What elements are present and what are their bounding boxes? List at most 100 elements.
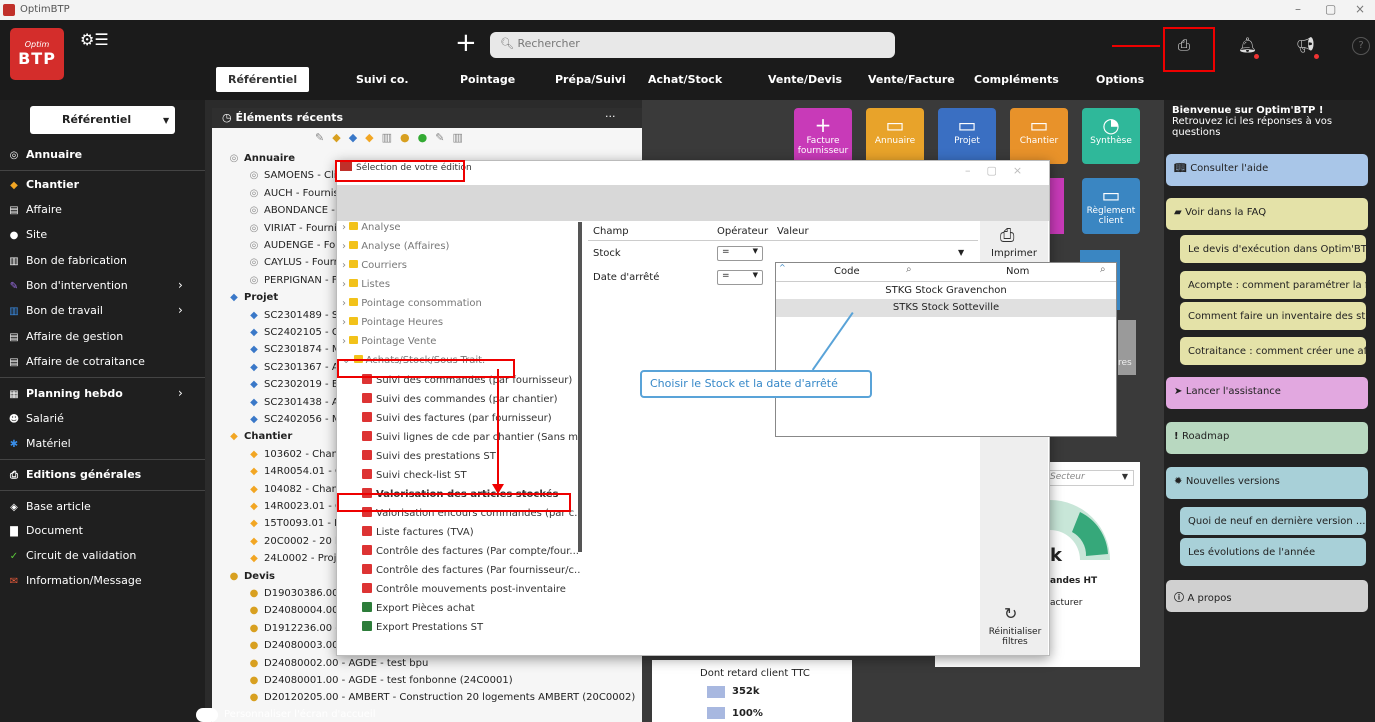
tile-projet[interactable]: ▭ Projet	[938, 108, 996, 164]
edition-item[interactable]: Suivi check-list ST	[340, 469, 580, 488]
tree-item[interactable]: ● D24080004.00	[248, 605, 339, 616]
sidebar-item-information-message[interactable]: ✉ Information/Message	[8, 574, 142, 587]
close-button[interactable]: ×	[1355, 2, 1365, 16]
help-card[interactable]: Quoi de neuf en dernière version ...	[1180, 507, 1366, 535]
tree-item[interactable]: ◎ VIRIAT - Fournis	[248, 223, 342, 234]
chevron-right-icon[interactable]: ›	[342, 260, 349, 271]
help-card[interactable]: Acompte : comment paramétrer la f...	[1180, 271, 1366, 299]
print-button[interactable]: Imprimer	[991, 248, 1037, 259]
recent-filter-icons[interactable]: ✎◆◆◆▥●●✎▥	[315, 131, 471, 144]
sort-up-icon[interactable]: ^	[779, 263, 786, 272]
stock-row-selected[interactable]: STKS Stock Sotteville	[776, 299, 1116, 317]
edition-category[interactable]: › Pointage Vente	[340, 336, 580, 355]
tree-item[interactable]: ◆ SC2301489 - SA	[248, 310, 345, 321]
filter-icon[interactable]: ⌕	[906, 264, 912, 275]
sidebar-item-affaire[interactable]: ▤ Affaire	[8, 203, 62, 216]
help-card[interactable]: Les évolutions de l'année	[1180, 538, 1366, 566]
chevron-right-icon[interactable]: ›	[342, 222, 349, 233]
tile-synthese[interactable]: ◔ Synthèse	[1082, 108, 1140, 164]
tile-facture-fournisseur[interactable]: + Facture fournisseur	[794, 108, 852, 164]
tree-item[interactable]: ◆ 14R0023.01 - C	[248, 501, 342, 512]
nav-prepa-suivi[interactable]: Prépa/Suivi	[555, 73, 626, 86]
edition-category[interactable]: › Pointage consommation	[340, 298, 580, 317]
nav-pointage[interactable]: Pointage	[460, 73, 515, 86]
nav-vente-facture[interactable]: Vente/Facture	[868, 73, 955, 86]
printer-icon[interactable]: ⎙	[1000, 225, 1014, 246]
edition-category[interactable]: › Analyse (Affaires)	[340, 241, 580, 260]
edition-item[interactable]: Contrôle mouvements post-inventaire	[340, 583, 580, 602]
dialog-window-controls[interactable]: –▢×	[965, 164, 1038, 177]
more-options-icon[interactable]: ···	[605, 110, 616, 123]
help-card[interactable]: Cotraitance : comment créer une af...	[1180, 337, 1366, 365]
col-code[interactable]: Code	[834, 266, 860, 277]
nav-referentiel[interactable]: Référentiel	[216, 67, 310, 92]
tree-group-projet[interactable]: ◆ Projet	[228, 292, 278, 303]
help-card[interactable]: ✹ Nouvelles versions	[1166, 467, 1368, 499]
sidebar-item-site[interactable]: ● Site	[8, 228, 48, 241]
tree-item[interactable]: ◆ SC2302019 - EL	[248, 379, 344, 390]
printer-icon[interactable]: ⎙	[1178, 36, 1190, 54]
sidebar-item-editions-generales[interactable]: ⎙ Editions générales	[8, 468, 141, 481]
col-nom[interactable]: Nom	[1006, 266, 1029, 277]
tree-item[interactable]: ◆ 104082 - Chant	[248, 484, 342, 495]
tree-item[interactable]: ● D24080001.00 - AGDE - test fonbonne (24…	[248, 675, 513, 686]
sidebar-item-chantier[interactable]: ◆ Chantier	[8, 178, 79, 191]
tree-item[interactable]: ◎ AUDENGE - Fou	[248, 240, 342, 251]
megaphone-icon[interactable]: 📢︎	[1296, 36, 1315, 54]
nav-achat-stock[interactable]: Achat/Stock	[648, 73, 722, 86]
tile-annuaire[interactable]: ▭ Annuaire	[866, 108, 924, 164]
edition-item[interactable]: Export Prestations ST	[340, 621, 580, 640]
tree-item[interactable]: ◎ PERPIGNAN - Fo	[248, 275, 344, 286]
tree-item[interactable]: ◆ SC2301438 - AL	[248, 397, 344, 408]
plus-icon[interactable]: +	[455, 30, 477, 56]
sidebar-item-annuaire[interactable]: ◎ Annuaire	[8, 148, 82, 161]
chevron-right-icon[interactable]: ›	[342, 298, 349, 309]
menu-icon[interactable]: ⚙☰	[80, 30, 109, 49]
sidebar-item-affaire-cotraitance[interactable]: ▤ Affaire de cotraitance	[8, 355, 145, 368]
edition-item[interactable]: Contrôle des factures (Par compte/four..…	[340, 545, 580, 564]
chevron-right-icon[interactable]: ›	[342, 279, 349, 290]
stock-operator-select[interactable]: = ▼	[717, 246, 763, 261]
tree-item[interactable]: ◎ CAYLUS - Fourn	[248, 257, 340, 268]
tree-item[interactable]: ● D24080002.00 - AGDE - test bpu	[248, 658, 429, 669]
tree-group-chantier[interactable]: ◆ Chantier	[228, 431, 292, 442]
tree-item[interactable]: ◎ SAMOENS - Cli	[248, 170, 337, 181]
tree-item[interactable]: ◆ SC2402105 - GA	[248, 327, 346, 338]
help-card[interactable]: ⓘ A propos	[1166, 580, 1368, 612]
sidebar-item-bon-fabrication[interactable]: ▥ Bon de fabrication	[8, 254, 127, 267]
chevron-right-icon[interactable]: ›	[178, 303, 183, 317]
help-card[interactable]: Comment faire un inventaire des st...	[1180, 302, 1366, 330]
sidebar-item-planning-hebdo[interactable]: ▦ Planning hebdo	[8, 387, 123, 400]
tree-item[interactable]: ◎ ABONDANCE -	[248, 205, 335, 216]
reset-filters-button[interactable]: Réinitialiser filtres	[985, 627, 1045, 647]
module-selector[interactable]: Référentiel ▼	[30, 106, 175, 134]
tree-item[interactable]: ◆ 15T0093.01 - E	[248, 518, 340, 529]
edition-list-scrollbar[interactable]	[578, 222, 582, 552]
maximize-button[interactable]: ▢	[1325, 2, 1336, 16]
help-card[interactable]: 📖︎ Consulter l'aide	[1166, 154, 1368, 186]
filter-icon[interactable]: ⌕	[1100, 264, 1106, 275]
edition-item[interactable]: Liste factures (TVA)	[340, 526, 580, 545]
chevron-right-icon[interactable]: ›	[178, 386, 183, 400]
tree-item[interactable]: ◆ SC2402056 - M	[248, 414, 340, 425]
chevron-right-icon[interactable]: ›	[342, 317, 349, 328]
search-input[interactable]: 🔍︎ Rechercher	[490, 32, 895, 58]
customize-toggle[interactable]	[196, 708, 218, 722]
tree-group-annuaire[interactable]: ◎ Annuaire	[228, 153, 295, 164]
tree-item[interactable]: ◆ 14R0054.01 - C	[248, 466, 342, 477]
sidebar-item-document[interactable]: ▇ Document	[8, 524, 83, 537]
edition-category[interactable]: › Analyse	[340, 222, 580, 241]
tree-group-devis[interactable]: ● Devis	[228, 571, 275, 582]
help-card[interactable]: ➤ Lancer l'assistance	[1166, 377, 1368, 409]
sidebar-item-bon-intervention[interactable]: ✎ Bon d'intervention	[8, 279, 128, 292]
edition-category[interactable]: › Pointage Heures	[340, 317, 580, 336]
sidebar-item-bon-travail[interactable]: ▥ Bon de travail	[8, 304, 103, 317]
minimize-button[interactable]: –	[1295, 2, 1301, 16]
tile-chantier[interactable]: ▭ Chantier	[1010, 108, 1068, 164]
tree-item[interactable]: ● D1912236.00 -	[248, 623, 339, 634]
tree-item[interactable]: ◎ AUCH - Fournis	[248, 188, 339, 199]
bell-icon[interactable]: 🔔︎	[1238, 36, 1257, 54]
edition-item[interactable]: Suivi des commandes (par chantier)	[340, 393, 580, 412]
edition-item[interactable]: Suivi des prestations ST	[340, 450, 580, 469]
edition-item[interactable]: Contrôle des factures (Par fournisseur/c…	[340, 564, 580, 583]
